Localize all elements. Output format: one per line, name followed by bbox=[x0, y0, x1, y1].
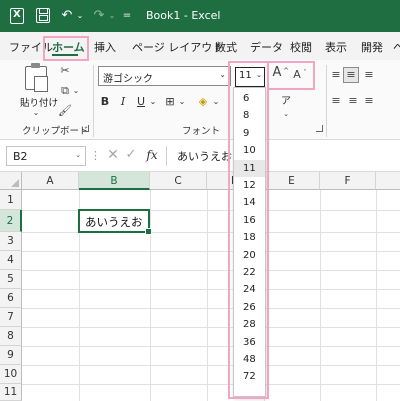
group-separator bbox=[326, 65, 327, 137]
font-group-label: フォント bbox=[182, 126, 221, 137]
align-center-icon[interactable]: ≡ bbox=[346, 94, 360, 108]
gridline bbox=[376, 190, 377, 401]
name-box[interactable]: B2 ⌄ bbox=[6, 146, 86, 166]
row-header-4[interactable]: 4 bbox=[0, 251, 22, 270]
row-header-3[interactable]: 3 bbox=[0, 232, 22, 251]
row-header-5[interactable]: 5 bbox=[0, 270, 22, 289]
customize-qat-icon[interactable]: = bbox=[122, 8, 132, 24]
undo-icon[interactable]: ↶ bbox=[60, 8, 74, 24]
paste-document-icon bbox=[34, 76, 48, 92]
tab-page-layout[interactable]: ページ レイアウト bbox=[132, 39, 223, 55]
gridline bbox=[22, 346, 400, 347]
clipboard-launcher-icon[interactable] bbox=[82, 125, 89, 132]
tab-view[interactable]: 表示 bbox=[325, 39, 347, 55]
name-box-value: B2 bbox=[13, 150, 28, 163]
align-middle-icon[interactable]: ≡ bbox=[343, 67, 359, 83]
gridline bbox=[22, 289, 400, 290]
excel-logo-icon bbox=[10, 8, 24, 24]
align-top-icon[interactable]: ≡ bbox=[329, 68, 343, 82]
group-separator bbox=[93, 65, 94, 137]
gridline bbox=[207, 190, 208, 401]
title-bar: ↶ ⌄ ↷ ⌄ = Book1 - Excel bbox=[0, 0, 400, 32]
tab-overflow[interactable]: ヘ bbox=[393, 39, 400, 55]
formula-bar-grip-icon: ⋮ bbox=[90, 149, 101, 162]
row-header-8[interactable]: 8 bbox=[0, 327, 22, 346]
column-header-g[interactable] bbox=[376, 172, 400, 190]
highlight-font-size-dropdown bbox=[228, 61, 269, 399]
underline-button[interactable]: U bbox=[134, 94, 148, 110]
row-header-10[interactable]: 10 bbox=[0, 365, 22, 384]
column-header-c[interactable]: C bbox=[150, 172, 207, 190]
align-right-icon[interactable]: ≡ bbox=[362, 94, 376, 108]
gridline bbox=[22, 365, 400, 366]
tab-developer[interactable]: 開発 bbox=[361, 39, 383, 55]
tab-data[interactable]: データ bbox=[250, 39, 283, 55]
row-header-2[interactable]: 2 bbox=[0, 210, 22, 232]
chevron-down-icon[interactable]: ⌄ bbox=[75, 151, 81, 159]
redo-dropdown-icon: ⌄ bbox=[108, 11, 116, 20]
enter-icon[interactable]: ✓ bbox=[124, 148, 138, 162]
active-cell-b2[interactable]: あいうえお bbox=[78, 209, 152, 235]
tab-review[interactable]: 校閲 bbox=[290, 39, 312, 55]
gridline bbox=[22, 327, 400, 328]
align-left-icon[interactable]: ≡ bbox=[329, 94, 343, 108]
redo-icon: ↷ bbox=[93, 8, 105, 23]
italic-button[interactable]: I bbox=[116, 94, 130, 110]
font-name-combobox[interactable]: 游ゴシック ⌄ bbox=[98, 66, 231, 86]
borders-dropdown-icon[interactable]: ⌄ bbox=[178, 94, 186, 110]
paste-dropdown-icon[interactable]: ⌄ bbox=[31, 106, 41, 120]
gridline bbox=[22, 251, 400, 252]
clipboard-group-label: クリップボード bbox=[22, 126, 89, 137]
column-header-e[interactable]: E bbox=[264, 172, 320, 190]
select-all-triangle-icon bbox=[11, 179, 19, 187]
window-title: Book1 - Excel bbox=[146, 9, 221, 22]
chevron-down-icon[interactable]: ⌄ bbox=[219, 70, 226, 79]
font-name-value: 游ゴシック bbox=[103, 74, 153, 85]
font-launcher-icon[interactable] bbox=[316, 125, 323, 132]
gridline bbox=[150, 190, 151, 401]
column-header-f[interactable]: F bbox=[320, 172, 376, 190]
copy-dropdown-icon[interactable]: ⌄ bbox=[72, 84, 80, 98]
align-bottom-icon[interactable]: ≡ bbox=[362, 68, 376, 82]
borders-icon[interactable]: ⊞ bbox=[163, 94, 177, 110]
select-all-corner[interactable] bbox=[0, 172, 22, 190]
bold-button[interactable]: B bbox=[98, 94, 112, 110]
gridline bbox=[22, 384, 400, 385]
copy-icon[interactable]: ⧉ bbox=[58, 84, 72, 98]
undo-dropdown-icon[interactable]: ⌄ bbox=[76, 8, 84, 24]
gridline bbox=[22, 270, 400, 271]
insert-function-icon[interactable]: fx bbox=[144, 148, 160, 162]
row-header-6[interactable]: 6 bbox=[0, 289, 22, 308]
column-header-b[interactable]: B bbox=[79, 172, 150, 190]
cell-b2-value: あいうえお bbox=[85, 215, 143, 229]
formula-content: あいうえお bbox=[177, 150, 232, 163]
underline-dropdown-icon[interactable]: ⌄ bbox=[149, 94, 157, 110]
column-header-a[interactable]: A bbox=[22, 172, 79, 190]
row-header-7[interactable]: 7 bbox=[0, 308, 22, 327]
gridline bbox=[320, 190, 321, 401]
row-header-9[interactable]: 9 bbox=[0, 346, 22, 365]
row-header-1[interactable]: 1 bbox=[0, 190, 22, 210]
gridline bbox=[22, 308, 400, 309]
format-painter-icon[interactable]: 🖌 bbox=[58, 104, 72, 118]
highlight-home-tab bbox=[43, 36, 89, 61]
fill-color-icon[interactable]: ◈ bbox=[196, 94, 210, 110]
phonetic-dropdown-icon[interactable]: ⌄ bbox=[280, 106, 292, 122]
formula-input[interactable]: あいうえお bbox=[166, 146, 400, 166]
cut-icon[interactable]: ✂ bbox=[58, 64, 72, 78]
row-header-11[interactable]: 11 bbox=[0, 384, 22, 401]
tab-insert[interactable]: 挿入 bbox=[94, 39, 116, 55]
cancel-icon[interactable]: ✕ bbox=[106, 148, 120, 162]
save-icon[interactable] bbox=[36, 8, 50, 23]
fill-color-dropdown-icon[interactable]: ⌄ bbox=[212, 94, 220, 110]
highlight-font-grow-shrink bbox=[267, 61, 315, 90]
tab-formulas[interactable]: 数式 bbox=[215, 39, 237, 55]
